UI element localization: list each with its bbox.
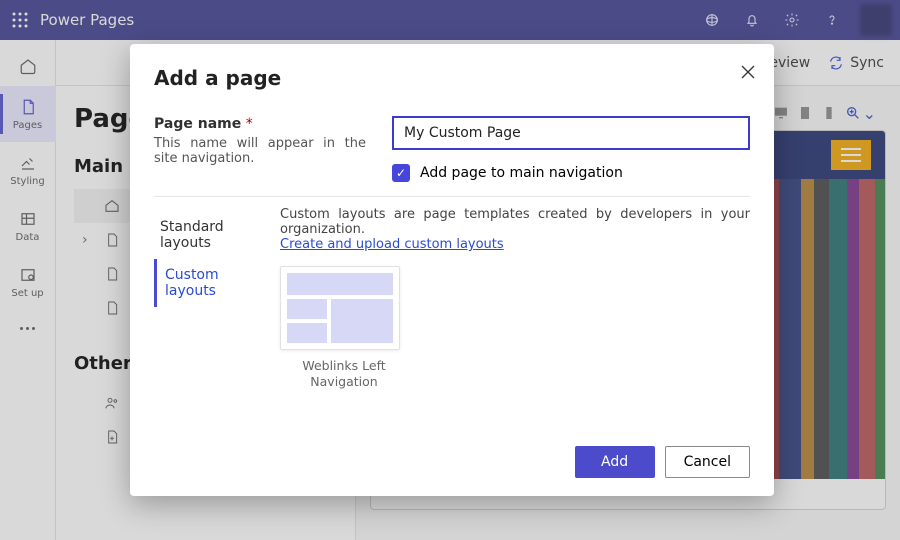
- add-to-nav-checkbox[interactable]: ✓ Add page to main navigation: [392, 164, 750, 182]
- layout-caption: Weblinks Left Navigation: [280, 358, 408, 391]
- page-name-input[interactable]: [392, 116, 750, 150]
- layout-tile[interactable]: Weblinks Left Navigation: [280, 266, 408, 391]
- check-icon: ✓: [392, 164, 410, 182]
- custom-layouts-desc: Custom layouts are page templates create…: [280, 207, 750, 237]
- cancel-button[interactable]: Cancel: [665, 446, 750, 478]
- required-mark: *: [246, 116, 253, 132]
- add-button[interactable]: Add: [575, 446, 655, 478]
- close-icon: [740, 64, 756, 80]
- add-page-dialog: Add a page Page name * This name will ap…: [130, 44, 774, 496]
- add-to-nav-label: Add page to main navigation: [420, 165, 623, 181]
- dialog-title: Add a page: [154, 66, 750, 90]
- page-name-hint: This name will appear in the site naviga…: [154, 136, 366, 166]
- layout-thumbnail: [280, 266, 400, 350]
- create-upload-link[interactable]: Create and upload custom layouts: [280, 237, 504, 252]
- tab-custom-layouts[interactable]: Custom layouts: [154, 259, 274, 307]
- page-name-label: Page name: [154, 116, 241, 132]
- tab-standard-layouts[interactable]: Standard layouts: [154, 211, 274, 259]
- close-button[interactable]: [740, 64, 756, 84]
